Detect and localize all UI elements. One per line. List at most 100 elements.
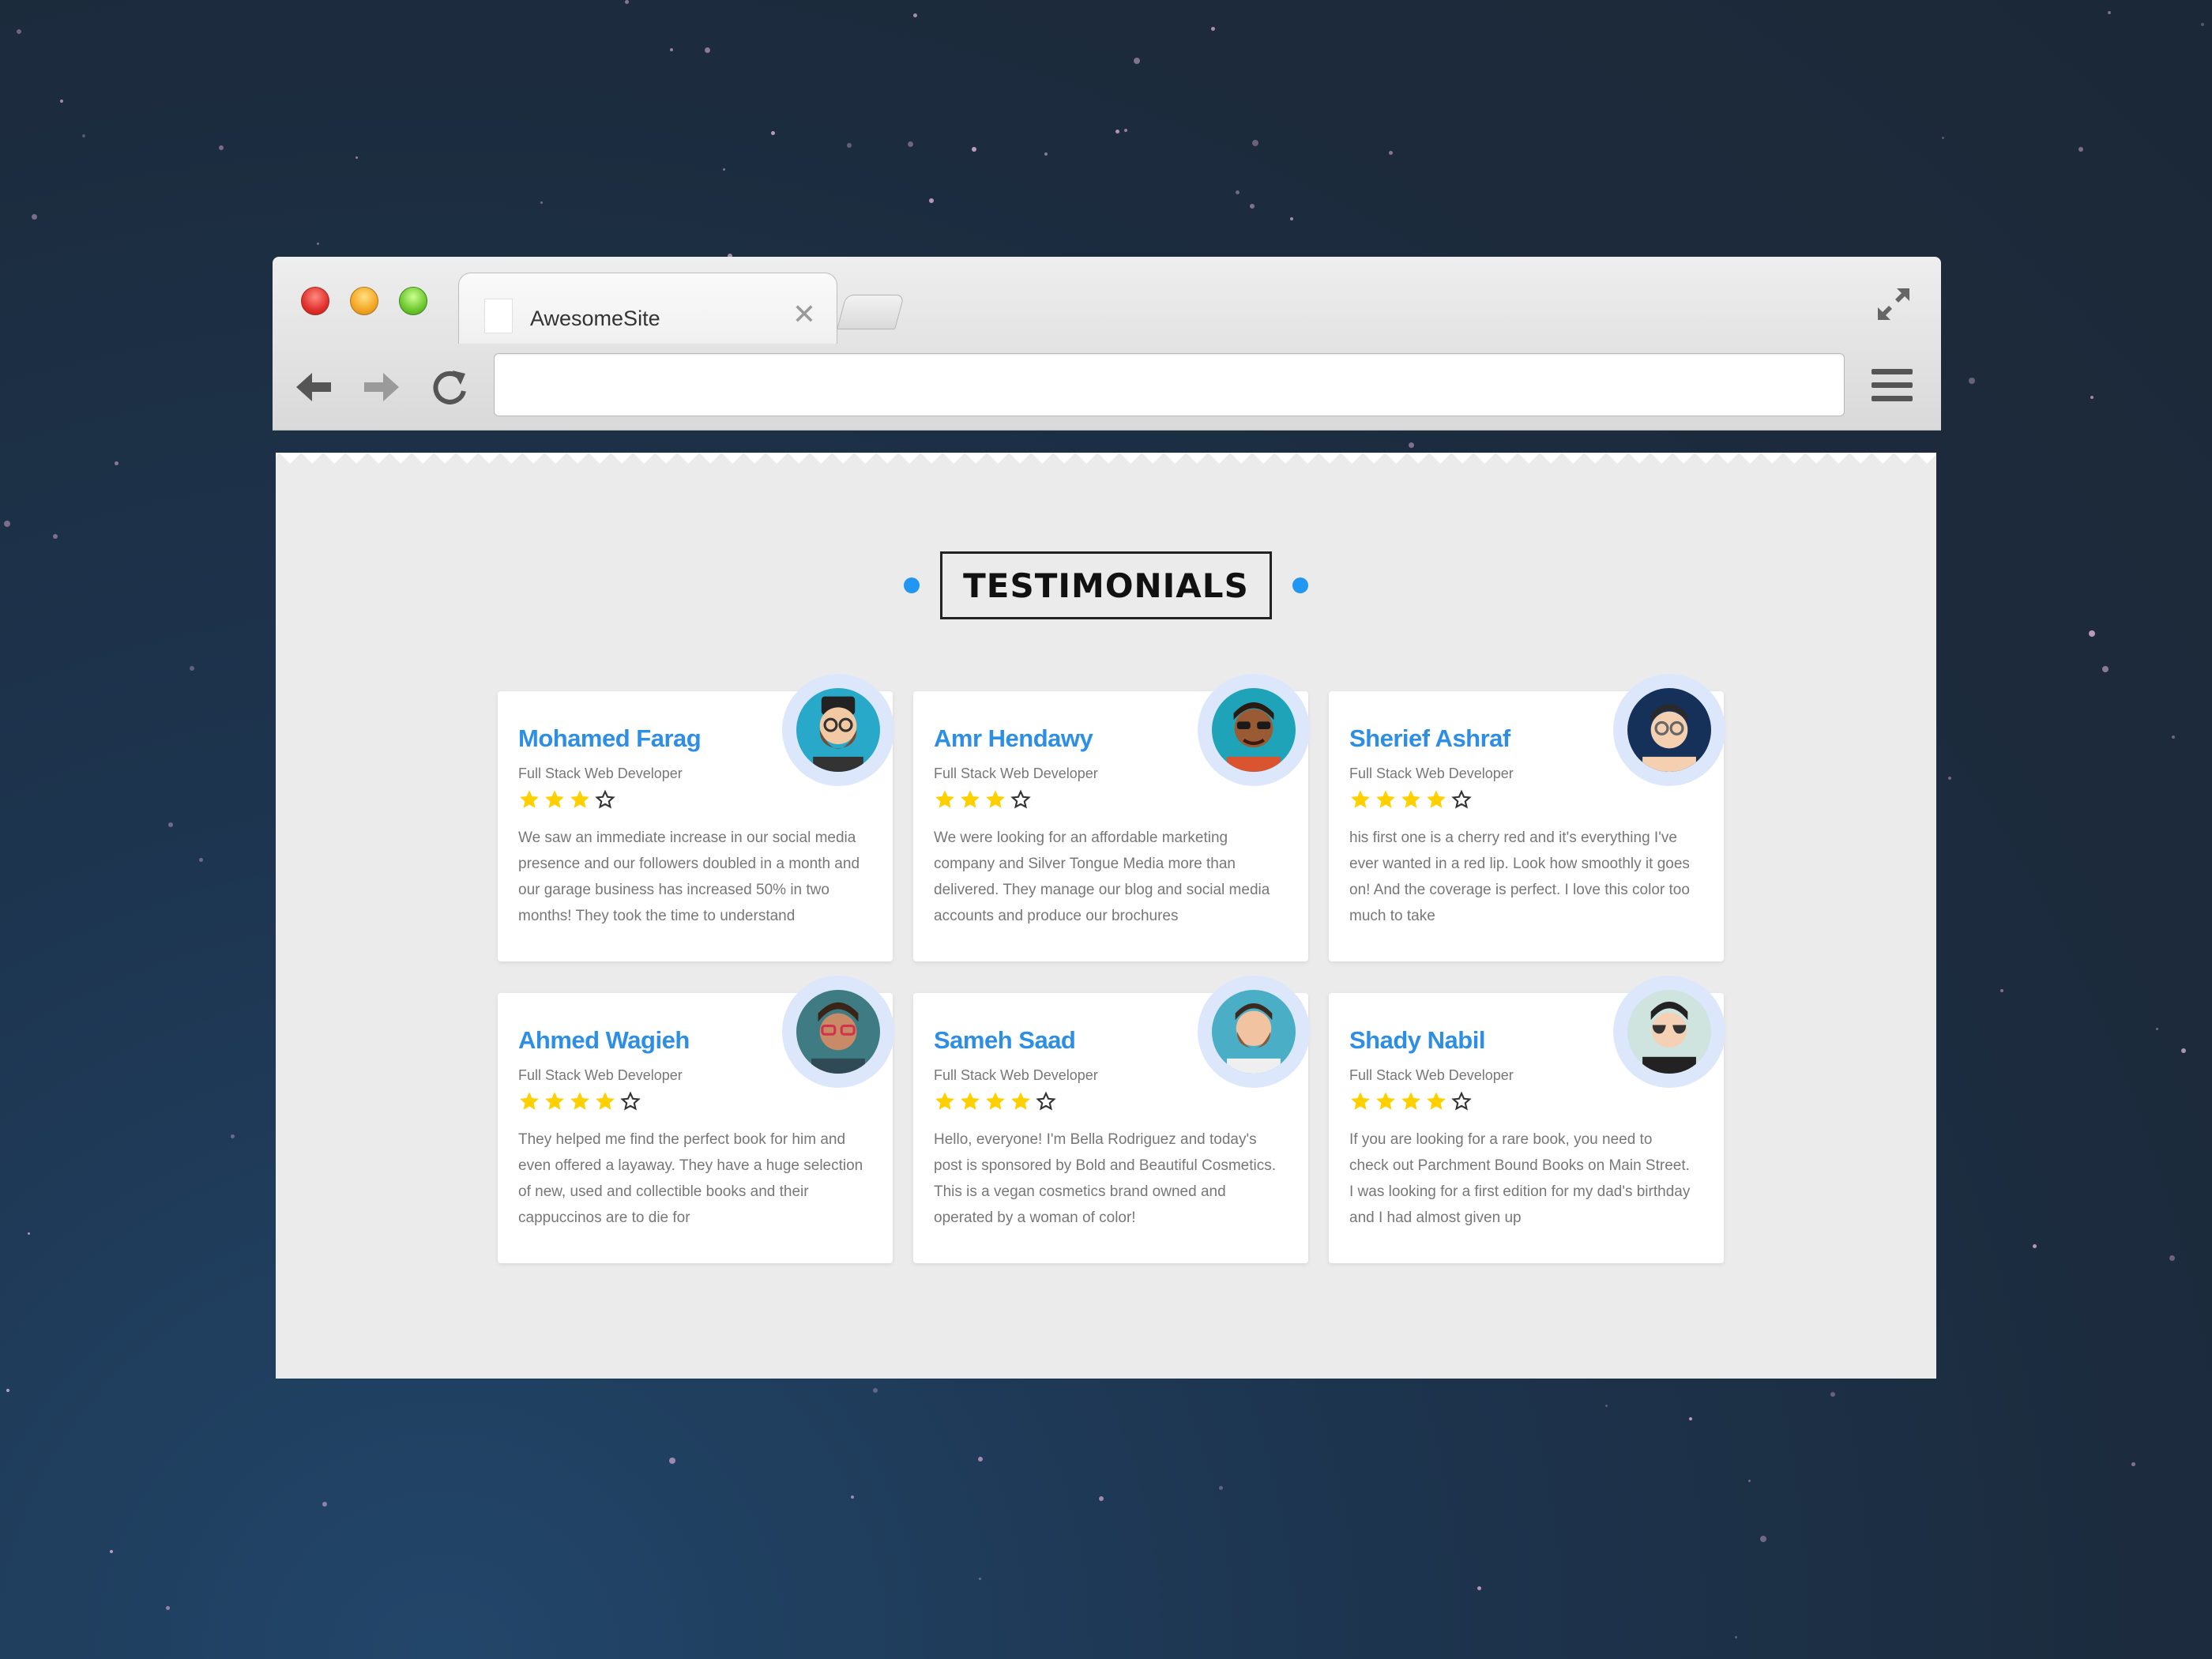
rating-stars xyxy=(518,1090,872,1114)
forward-arrow-icon[interactable] xyxy=(359,367,404,407)
avatar-ring xyxy=(1198,674,1310,786)
bearded-man-avatar xyxy=(1212,990,1296,1074)
fullscreen-icon[interactable] xyxy=(1875,285,1913,323)
rating-stars xyxy=(934,788,1288,812)
star-dot xyxy=(669,1458,675,1464)
star-dot xyxy=(2131,1462,2135,1466)
tab-close-icon[interactable]: ✕ xyxy=(792,300,816,329)
star-dot xyxy=(1689,1417,1692,1420)
testimonial-text: We were looking for an affordable market… xyxy=(934,830,1270,924)
star-dot xyxy=(1735,1636,1737,1638)
star-dot xyxy=(2108,11,2111,14)
star-dot xyxy=(1830,1392,1835,1397)
star-dot xyxy=(670,48,673,51)
star-dot xyxy=(978,1457,983,1462)
star-dot xyxy=(929,198,934,203)
star-dot xyxy=(317,243,319,245)
star-dot xyxy=(2000,989,2003,992)
star-dot xyxy=(1211,27,1215,31)
testimonial-text: We saw an immediate increase in our soci… xyxy=(518,830,860,924)
heading-dot-right xyxy=(1292,577,1308,593)
testimonial-text: They helped me find the perfect book for… xyxy=(518,1131,863,1226)
star-dot xyxy=(979,1578,981,1580)
rating-stars xyxy=(518,788,872,812)
star-filled-icon xyxy=(1427,1092,1446,1110)
star-filled-icon xyxy=(596,1092,615,1110)
star-filled-icon xyxy=(570,790,589,808)
star-dot xyxy=(1115,130,1119,134)
testimonial-text: If you are looking for a rare book, you … xyxy=(1349,1131,1691,1226)
hamburger-menu-icon[interactable] xyxy=(1872,369,1913,402)
star-dot xyxy=(32,214,37,220)
testimonial-text: his first one is a cherry red and it's e… xyxy=(1349,830,1690,924)
star-filled-icon xyxy=(1401,790,1420,808)
star-dot xyxy=(6,1389,9,1392)
star-dot xyxy=(1044,152,1048,156)
star-dot xyxy=(53,534,58,539)
star-dot xyxy=(1219,1486,1223,1490)
address-bar[interactable] xyxy=(494,353,1845,416)
testimonials-grid: Mohamed Farag Full Stack Web Developer We … xyxy=(498,674,1725,1263)
page-favicon-icon xyxy=(484,299,513,333)
star-dot xyxy=(199,858,203,862)
browser-tab[interactable]: AwesomeSite ✕ xyxy=(458,273,837,344)
avatar-ring xyxy=(1613,976,1725,1088)
testimonial-text: Hello, everyone! I'm Bella Rodriguez and… xyxy=(934,1131,1277,1226)
star-dot xyxy=(723,168,725,171)
star-dot xyxy=(1290,217,1293,220)
star-dot xyxy=(356,156,358,159)
star-dot xyxy=(1389,151,1393,155)
star-dot xyxy=(1605,1405,1608,1407)
star-dot xyxy=(17,29,21,34)
star-filled-icon xyxy=(520,790,539,808)
star-dot xyxy=(2102,666,2109,672)
star-empty-icon xyxy=(1451,789,1472,809)
star-dot xyxy=(2172,735,2175,739)
close-window-button[interactable] xyxy=(301,287,329,315)
star-filled-icon xyxy=(570,1092,589,1110)
new-tab-button[interactable] xyxy=(837,295,905,329)
browser-chrome: AwesomeSite ✕ xyxy=(273,257,1941,431)
rating-stars xyxy=(1349,1090,1703,1114)
avatar-ring xyxy=(782,674,894,786)
minimize-window-button[interactable] xyxy=(350,287,378,315)
rating-stars xyxy=(1349,788,1703,812)
man-sunglasses-avatar xyxy=(1212,688,1296,772)
page-content: TESTIMONIALS Mohamed Farag Full Stack Web… xyxy=(276,453,1936,1379)
star-dot xyxy=(972,147,976,152)
star-filled-icon xyxy=(1376,790,1395,808)
star-filled-icon xyxy=(520,1092,539,1110)
star-filled-icon xyxy=(986,790,1005,808)
star-dot xyxy=(873,1388,878,1393)
testimonial-card: Shady Nabil Full Stack Web Developer If yo… xyxy=(1329,976,1725,1263)
star-dot xyxy=(219,145,224,150)
star-filled-icon xyxy=(935,790,954,808)
star-filled-icon xyxy=(1376,1092,1395,1110)
testimonial-card: Sameh Saad Full Stack Web Developer Hello,… xyxy=(913,976,1310,1263)
page-title: TESTIMONIALS xyxy=(940,551,1272,619)
bearded-man-hat-glasses-avatar xyxy=(796,688,880,772)
star-filled-icon xyxy=(1011,1092,1030,1110)
maximize-window-button[interactable] xyxy=(399,287,427,315)
star-dot xyxy=(1236,190,1240,194)
star-dot xyxy=(1748,1480,1751,1482)
star-dot xyxy=(1252,140,1258,146)
star-filled-icon xyxy=(935,1092,954,1110)
star-dot xyxy=(847,143,852,148)
back-arrow-icon[interactable] xyxy=(292,367,336,407)
star-filled-icon xyxy=(986,1092,1005,1110)
star-dot xyxy=(231,1134,235,1138)
testimonial-card: Mohamed Farag Full Stack Web Developer We … xyxy=(498,674,894,961)
tab-title: AwesomeSite xyxy=(530,307,660,330)
star-dot xyxy=(28,1232,30,1235)
avatar-ring xyxy=(1613,674,1725,786)
star-dot xyxy=(625,0,629,4)
star-empty-icon xyxy=(1036,1091,1056,1111)
star-dot xyxy=(166,1606,170,1610)
reload-icon[interactable] xyxy=(429,367,473,407)
star-dot xyxy=(705,47,710,53)
star-dot xyxy=(82,134,85,137)
star-filled-icon xyxy=(1401,1092,1420,1110)
testimonial-card: Ahmed Wagieh Full Stack Web Developer They… xyxy=(498,976,894,1263)
man-aviator-sunglasses-avatar xyxy=(1627,990,1711,1074)
